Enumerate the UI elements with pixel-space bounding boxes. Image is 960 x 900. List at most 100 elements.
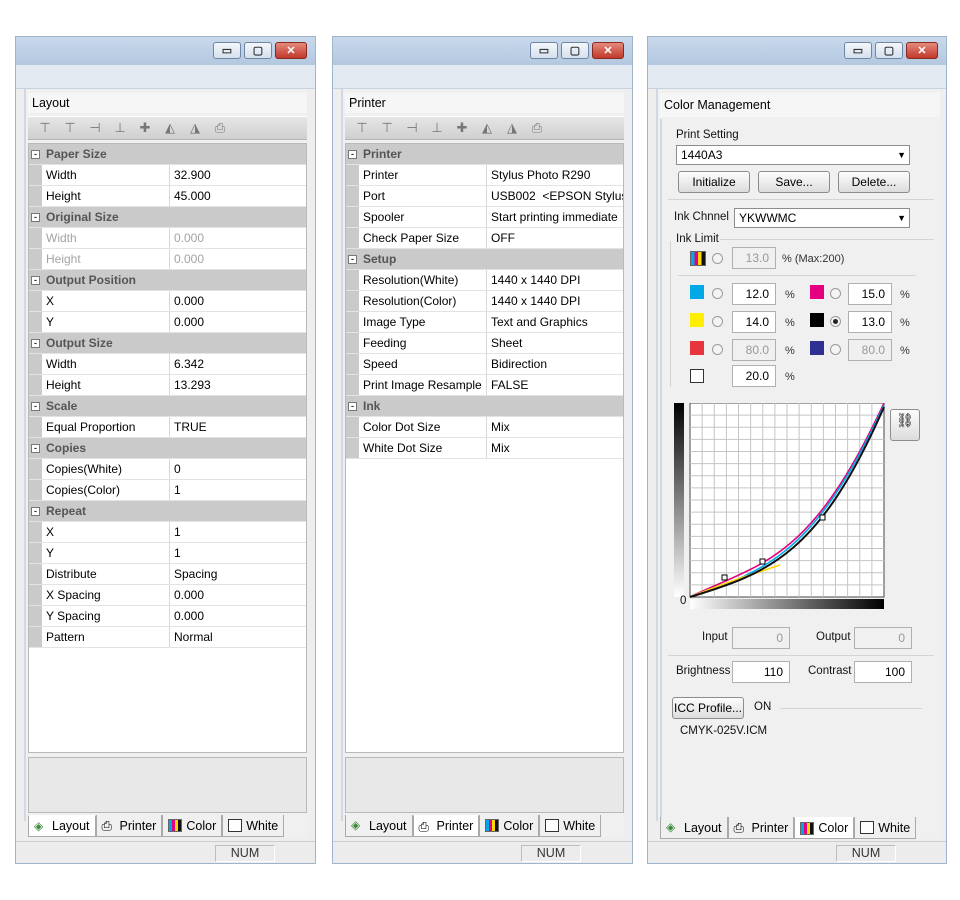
maximize-button[interactable]: ▢ — [561, 42, 589, 59]
property-category[interactable]: - Copies — [29, 438, 306, 459]
collapse-icon[interactable]: - — [29, 144, 42, 165]
property-category[interactable]: - Paper Size — [29, 144, 306, 165]
center-vertical-icon[interactable]: ⊥ — [109, 119, 131, 137]
property-row[interactable]: Equal Proportion TRUE — [29, 417, 306, 438]
maximize-button[interactable]: ▢ — [244, 42, 272, 59]
property-category[interactable]: - Output Position — [29, 270, 306, 291]
collapse-icon[interactable]: - — [29, 270, 42, 291]
red-limit-field[interactable]: 80.0 — [732, 339, 776, 361]
tab-layout[interactable]: ◈ Layout — [28, 815, 96, 837]
close-button[interactable]: ✕ — [592, 42, 624, 59]
total-ink-field[interactable]: 13.0 — [732, 247, 776, 269]
delete-button[interactable]: Delete... — [838, 171, 910, 193]
property-category[interactable]: - Ink — [346, 396, 623, 417]
property-row[interactable]: Copies(White) 0 — [29, 459, 306, 480]
property-value[interactable]: 0 — [170, 459, 306, 479]
tab-color[interactable]: Color — [794, 817, 855, 839]
collapse-icon[interactable]: - — [346, 249, 359, 270]
save-button[interactable]: Save... — [758, 171, 830, 193]
magenta-radio[interactable] — [830, 288, 841, 299]
property-row[interactable]: Check Paper Size OFF — [346, 228, 623, 249]
property-category[interactable]: - Scale — [29, 396, 306, 417]
white-limit-field[interactable]: 20.0 — [732, 365, 776, 387]
tab-printer[interactable]: ⎙ Printer — [412, 815, 480, 837]
property-value[interactable]: Text and Graphics — [487, 312, 623, 332]
property-value[interactable]: 1440 x 1440 DPI — [487, 270, 623, 290]
property-row[interactable]: Feeding Sheet — [346, 333, 623, 354]
tab-printer[interactable]: ⎙ Printer — [95, 815, 163, 837]
curve-link-button[interactable]: ⛓ — [890, 409, 920, 441]
property-row[interactable]: Y Spacing 0.000 — [29, 606, 306, 627]
property-row[interactable]: Y1 — [29, 543, 306, 564]
curve-point[interactable] — [819, 514, 826, 521]
property-value[interactable]: 0.000 — [170, 585, 306, 605]
property-value[interactable]: 0.000 — [170, 291, 306, 311]
brightness-field[interactable]: 110 — [732, 661, 790, 683]
property-row[interactable]: Height 45.000 — [29, 186, 306, 207]
property-row[interactable]: Resolution(Color) 1440 x 1440 DPI — [346, 291, 623, 312]
center-icon[interactable]: ✚ — [451, 119, 473, 137]
magenta-limit-field[interactable]: 15.0 — [848, 283, 892, 305]
property-value[interactable]: 1440 x 1440 DPI — [487, 291, 623, 311]
black-radio[interactable] — [830, 316, 841, 327]
flip-vertical-icon[interactable]: ◮ — [501, 119, 523, 137]
collapse-icon[interactable]: - — [29, 207, 42, 228]
property-value[interactable]: OFF — [487, 228, 623, 248]
property-row[interactable]: Width 32.900 — [29, 165, 306, 186]
curve-point[interactable] — [759, 558, 766, 565]
property-row[interactable]: Print Image Resample FALSE — [346, 375, 623, 396]
ink-channel-select[interactable]: YKWWMC ▼ — [734, 208, 910, 228]
align-top-right-icon[interactable]: ⊤ — [376, 119, 398, 137]
tab-white[interactable]: White — [222, 815, 285, 837]
property-row[interactable]: Printer Stylus Photo R290 — [346, 165, 623, 186]
align-top-left-icon[interactable]: ⊤ — [34, 119, 56, 137]
collapse-icon[interactable]: - — [29, 396, 42, 417]
property-value[interactable]: Mix — [487, 438, 623, 458]
property-row[interactable]: Speed Bidirection — [346, 354, 623, 375]
output-field[interactable]: 0 — [854, 627, 912, 649]
align-top-left-icon[interactable]: ⊤ — [351, 119, 373, 137]
property-row[interactable]: Height 13.293 — [29, 375, 306, 396]
property-row[interactable]: Color Dot Size Mix — [346, 417, 623, 438]
minimize-button[interactable]: ▭ — [213, 42, 241, 59]
maximize-button[interactable]: ▢ — [875, 42, 903, 59]
property-value[interactable]: 1 — [170, 480, 306, 500]
flip-vertical-icon[interactable]: ◮ — [184, 119, 206, 137]
curve-point[interactable] — [721, 574, 728, 581]
center-vertical-icon[interactable]: ⊥ — [426, 119, 448, 137]
icc-profile-button[interactable]: ICC Profile... — [672, 697, 744, 719]
property-row[interactable]: White Dot Size Mix — [346, 438, 623, 459]
tab-printer[interactable]: ⎙ Printer — [727, 817, 795, 839]
minimize-button[interactable]: ▭ — [844, 42, 872, 59]
property-value[interactable]: 13.293 — [170, 375, 306, 395]
blue-limit-field[interactable]: 80.0 — [848, 339, 892, 361]
center-horizontal-icon[interactable]: ⊣ — [84, 119, 106, 137]
print-setting-select[interactable]: 1440A3 ▼ — [676, 145, 910, 165]
property-row[interactable]: Image Type Text and Graphics — [346, 312, 623, 333]
tab-layout[interactable]: ◈ Layout — [345, 815, 413, 837]
property-value[interactable]: 1 — [170, 522, 306, 542]
black-limit-field[interactable]: 13.0 — [848, 311, 892, 333]
property-category[interactable]: - Original Size — [29, 207, 306, 228]
tab-layout[interactable]: ◈ Layout — [660, 817, 728, 839]
property-value[interactable]: 0.000 — [170, 312, 306, 332]
property-category[interactable]: - Repeat — [29, 501, 306, 522]
minimize-button[interactable]: ▭ — [530, 42, 558, 59]
collapse-icon[interactable]: - — [346, 144, 359, 165]
property-value[interactable]: TRUE — [170, 417, 306, 437]
property-value[interactable]: Normal — [170, 627, 306, 647]
close-button[interactable]: ✕ — [275, 42, 307, 59]
property-row[interactable]: Copies(Color) 1 — [29, 480, 306, 501]
collapse-icon[interactable]: - — [29, 438, 42, 459]
flip-horizontal-icon[interactable]: ◭ — [476, 119, 498, 137]
print-icon[interactable]: ⎙ — [526, 119, 548, 137]
tone-curve-editor[interactable]: 0 — [670, 402, 886, 609]
tab-color[interactable]: Color — [479, 815, 540, 837]
cyan-radio[interactable] — [712, 288, 723, 299]
flip-horizontal-icon[interactable]: ◭ — [159, 119, 181, 137]
property-value[interactable]: 32.900 — [170, 165, 306, 185]
property-row[interactable]: Distribute Spacing — [29, 564, 306, 585]
property-row[interactable]: Width 0.000 — [29, 228, 306, 249]
property-value[interactable]: 0.000 — [170, 249, 306, 269]
property-value[interactable]: FALSE — [487, 375, 623, 395]
